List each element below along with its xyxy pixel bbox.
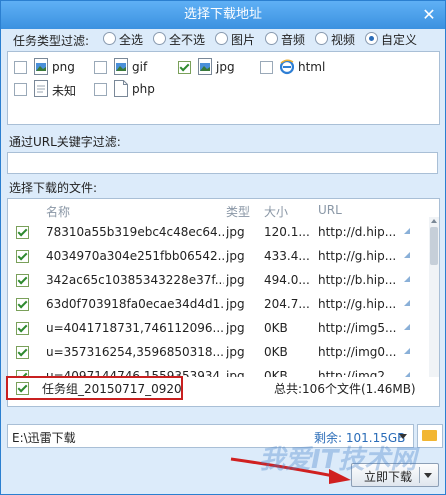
column-type[interactable]: 类型: [226, 203, 250, 220]
cell-size: 204.7...: [264, 297, 310, 311]
column-size[interactable]: 大小: [264, 203, 288, 220]
checkbox-checked[interactable]: [16, 322, 29, 335]
cell-url: http://g.hip...: [318, 249, 397, 263]
table-row[interactable]: 78310a55b319ebc4c48ec64... jpg 120.1... htt…: [8, 221, 428, 243]
title-bar[interactable]: 选择下载地址 ✕: [1, 1, 445, 29]
cell-name: u=4041718731,746112096...: [46, 321, 224, 335]
link-resize-icon: [404, 276, 410, 282]
link-resize-icon: [404, 324, 410, 330]
url-filter-input[interactable]: [7, 152, 438, 174]
dialog-title: 选择下载地址: [183, 7, 262, 22]
checkbox[interactable]: [94, 61, 107, 74]
file-type-gif[interactable]: gif: [94, 58, 174, 76]
download-dialog: 选择下载地址 ✕ 任务类型过滤: 全选 全不选 图片 音频 视频 自定义 png…: [0, 0, 446, 495]
file-type-jpg[interactable]: jpg: [178, 58, 258, 76]
cell-type: jpg: [226, 321, 245, 335]
checkbox[interactable]: [14, 83, 27, 96]
link-resize-icon: [404, 300, 410, 306]
cell-url: http://b.hip...: [318, 273, 397, 287]
cell-type: jpg: [226, 345, 245, 359]
file-list-label: 选择下载的文件:: [9, 181, 98, 195]
file-type-html[interactable]: html: [260, 59, 350, 76]
radio-selected-icon: [365, 32, 378, 45]
close-icon[interactable]: ✕: [419, 5, 439, 25]
folder-icon: [422, 430, 437, 441]
ie-browser-icon: [280, 59, 294, 75]
column-name[interactable]: 名称: [46, 203, 70, 220]
cell-name: 78310a55b319ebc4c48ec64...: [46, 225, 224, 239]
cell-name: 63d0f703918fa0ecae34d4d1...: [46, 297, 224, 311]
url-filter-label: 通过URL关键字过滤:: [9, 135, 121, 149]
cell-size: 433.4...: [264, 249, 310, 263]
cell-type: jpg: [226, 225, 245, 239]
checkbox[interactable]: [260, 61, 273, 74]
unknown-file-icon: [34, 80, 48, 97]
file-type-unknown[interactable]: 未知: [14, 80, 94, 98]
radio-icon: [103, 32, 116, 45]
type-filter-label: 任务类型过滤:: [13, 34, 90, 48]
column-url[interactable]: URL: [318, 203, 342, 217]
highlight-box: [6, 376, 183, 400]
image-file-icon: [34, 58, 48, 75]
scrollbar[interactable]: [429, 217, 439, 377]
image-file-icon: [114, 58, 128, 75]
radio-icon: [315, 32, 328, 45]
table-row[interactable]: u=4041718731,746112096... jpg 0KB http://im…: [8, 317, 428, 339]
cell-name: 342ac65c10385343228e37f...: [46, 273, 224, 287]
file-list-header: 名称 类型 大小 URL: [8, 199, 439, 221]
blank-file-icon: [114, 80, 128, 97]
table-row[interactable]: 342ac65c10385343228e37f... jpg 494.0... htt…: [8, 269, 428, 291]
checkbox-checked[interactable]: [178, 61, 191, 74]
radio-icon: [153, 32, 166, 45]
checkbox-checked[interactable]: [16, 274, 29, 287]
link-resize-icon: [404, 252, 410, 258]
scroll-up-icon[interactable]: [431, 219, 437, 223]
cell-type: jpg: [226, 249, 245, 263]
checkbox-checked[interactable]: [16, 226, 29, 239]
checkbox[interactable]: [94, 83, 107, 96]
file-type-php[interactable]: php: [94, 80, 174, 98]
save-path-value: E:\迅雷下载: [12, 431, 76, 445]
checkbox-checked[interactable]: [16, 298, 29, 311]
watermark: 我爱IT技术网: [259, 445, 417, 475]
cell-url: http://img5...: [318, 321, 397, 335]
cell-size: 0KB: [264, 345, 288, 359]
cell-type: jpg: [226, 297, 245, 311]
cell-type: jpg: [226, 273, 245, 287]
link-resize-icon: [404, 348, 410, 354]
total-summary: 总共:106个文件(1.46MB): [274, 382, 416, 396]
scrollbar-thumb[interactable]: [430, 227, 438, 265]
file-type-png[interactable]: png: [14, 58, 94, 76]
cell-size: 494.0...: [264, 273, 310, 287]
checkbox-checked[interactable]: [16, 250, 29, 263]
table-row[interactable]: u=357316254,3596850318... jpg 0KB http://im…: [8, 341, 428, 363]
link-resize-icon: [404, 228, 410, 234]
cell-size: 120.1...: [264, 225, 310, 239]
file-type-panel: png gif jpg html 未知 php: [7, 51, 440, 125]
cell-name: 4034970a304e251fbb06542...: [46, 249, 224, 263]
cell-name: u=357316254,3596850318...: [46, 345, 224, 359]
cell-url: http://d.hip...: [318, 225, 397, 239]
image-file-icon: [198, 58, 212, 75]
cell-url: http://g.hip...: [318, 297, 397, 311]
radio-icon: [265, 32, 278, 45]
browse-folder-button[interactable]: [417, 424, 443, 448]
cell-url: http://img0...: [318, 345, 397, 359]
radio-icon: [215, 32, 228, 45]
table-row[interactable]: 4034970a304e251fbb06542... jpg 433.4... htt…: [8, 245, 428, 267]
table-row[interactable]: 63d0f703918fa0ecae34d4d1... jpg 204.7... ht…: [8, 293, 428, 315]
checkbox[interactable]: [14, 61, 27, 74]
dropdown-arrow-icon[interactable]: [424, 473, 432, 478]
cell-size: 0KB: [264, 321, 288, 335]
checkbox-checked[interactable]: [16, 346, 29, 359]
